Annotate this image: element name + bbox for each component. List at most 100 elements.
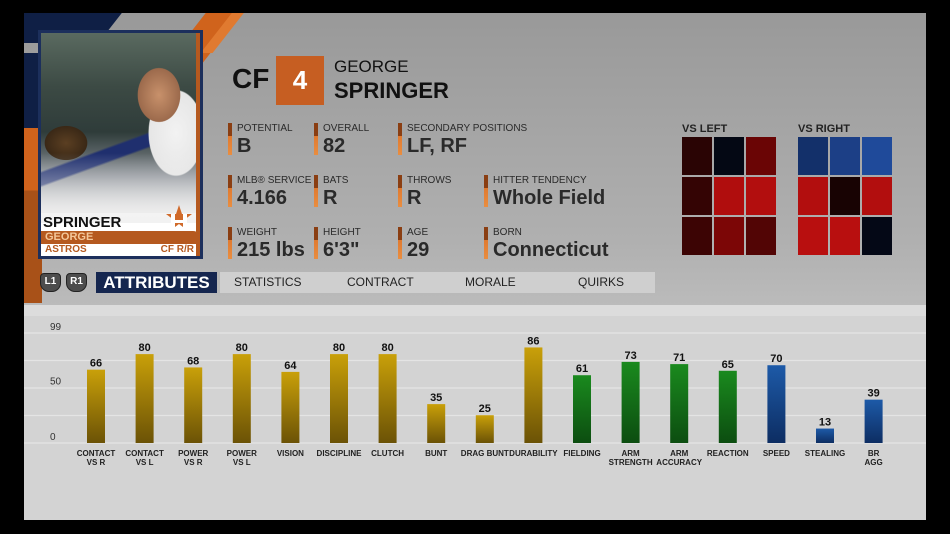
tab-attributes[interactable]: ATTRIBUTES <box>96 272 217 293</box>
category-label: DISCIPLINE <box>317 449 363 458</box>
info-value: 4.166 <box>237 187 288 209</box>
bar-value-label: 80 <box>333 342 345 354</box>
info-value: 82 <box>323 135 346 157</box>
category-label: ACCURACY <box>656 458 702 467</box>
info-label: POTENTIAL <box>237 123 293 134</box>
category-label: FIELDING <box>563 449 600 458</box>
y-tick-label: 0 <box>50 432 56 443</box>
category-label: STEALING <box>805 449 845 458</box>
category-label: CLUTCH <box>371 449 404 458</box>
info-label: AGE <box>407 227 429 238</box>
vs-right-hot-zone-grid <box>798 137 892 255</box>
hot-zone-cell <box>862 137 892 175</box>
info-age: AGE 29 <box>398 227 429 261</box>
info-label: MLB® SERVICE <box>237 175 312 186</box>
category-label: CONTACT <box>125 449 164 458</box>
hot-zone-cell <box>862 177 892 215</box>
r1-button-icon[interactable]: R1 <box>66 273 87 292</box>
info-potential: POTENTIAL B <box>228 123 293 157</box>
player-profile-screen: SPRINGER GEORGE ASTROS CF R/R CF 4 GEORG… <box>24 13 926 520</box>
bar-reaction <box>718 370 737 443</box>
info-value: R <box>323 187 338 209</box>
info-value: Connecticut <box>493 239 609 261</box>
attributes-bar-chart: 05099 66CONTACTVS R80CONTACTVS L68POWERV… <box>24 322 926 467</box>
bar-bunt <box>427 404 446 443</box>
bar-value-label: 35 <box>430 392 442 404</box>
tab-morale[interactable]: MORALE <box>465 272 516 293</box>
category-label: SPEED <box>763 449 790 458</box>
tab-strip: STATISTICS CONTRACT MORALE QUIRKS <box>220 272 655 293</box>
info-weight: WEIGHT 215 lbs <box>228 227 305 261</box>
info-bats: BATS R <box>314 175 348 209</box>
info-label: THROWS <box>407 175 452 186</box>
bar-durability <box>524 347 543 443</box>
bar-vision <box>281 371 300 443</box>
bar-value-label: 65 <box>722 359 734 371</box>
hot-zone-cell <box>830 177 860 215</box>
card-first-name: GEORGE <box>45 231 94 243</box>
category-label: ARM <box>621 449 640 458</box>
category-label: POWER <box>178 449 208 458</box>
hot-zone-cell <box>830 137 860 175</box>
player-first-name: GEORGE <box>334 57 409 76</box>
bar-br-agg <box>864 399 883 443</box>
bar-arm-strength <box>621 361 640 443</box>
info-value: B <box>237 135 252 157</box>
category-label: STRENGTH <box>609 458 653 467</box>
bar-value-label: 86 <box>527 335 539 347</box>
jersey-number-badge: 4 <box>276 56 324 105</box>
bar-value-label: 71 <box>673 352 685 364</box>
category-label: AGG <box>864 458 882 467</box>
bar-stealing <box>816 428 834 443</box>
bar-speed <box>767 365 786 443</box>
vs-right-title: VS RIGHT <box>798 123 850 135</box>
bar-value-label: 64 <box>284 360 297 372</box>
category-label: DURABILITY <box>509 449 558 458</box>
category-label: REACTION <box>707 449 749 458</box>
hot-zone-cell <box>746 137 776 175</box>
hot-zone-cell <box>862 217 892 255</box>
bar-power-vs-r <box>184 367 203 443</box>
bar-discipline <box>330 354 348 443</box>
l1-button-icon[interactable]: L1 <box>40 273 61 292</box>
team-logo-icon <box>166 205 192 230</box>
y-tick-label: 99 <box>50 322 62 333</box>
category-label: POWER <box>227 449 257 458</box>
category-label: CONTACT <box>77 449 116 458</box>
vs-left-hot-zone-grid <box>682 137 776 255</box>
category-label: DRAG BUNT <box>461 449 509 458</box>
bar-contact-vs-r <box>87 369 105 443</box>
hot-zone-cell <box>714 217 744 255</box>
info-value: 6'3" <box>323 239 360 261</box>
info-value: 215 lbs <box>237 239 305 261</box>
category-label: ARM <box>670 449 689 458</box>
info-value: Whole Field <box>493 187 606 209</box>
tab-contract[interactable]: CONTRACT <box>347 272 414 293</box>
tab-statistics[interactable]: STATISTICS <box>234 272 302 293</box>
info-label: WEIGHT <box>237 227 277 238</box>
bar-value-label: 61 <box>576 363 588 375</box>
bar-value-label: 66 <box>90 358 102 370</box>
info-secondary-positions: SECONDARY POSITIONS LF, RF <box>398 123 527 157</box>
vs-left-title: VS LEFT <box>682 123 728 135</box>
bar-value-label: 80 <box>138 342 150 354</box>
hot-zone-cell <box>714 177 744 215</box>
bar-value-label: 25 <box>479 403 491 415</box>
card-team: ASTROS <box>45 244 87 255</box>
bar-value-label: 80 <box>236 342 248 354</box>
category-label: VISION <box>277 449 304 458</box>
info-throws: THROWS R <box>398 175 451 209</box>
bar-clutch <box>378 354 397 443</box>
category-label: BUNT <box>425 449 447 458</box>
tab-quirks[interactable]: QUIRKS <box>578 272 624 293</box>
y-tick-label: 50 <box>50 376 62 387</box>
hot-zone-cell <box>682 177 712 215</box>
bar-value-label: 80 <box>381 342 393 354</box>
info-born: BORN Connecticut <box>484 227 609 261</box>
info-label: HITTER TENDENCY <box>493 175 587 186</box>
bar-arm-accuracy <box>670 364 689 443</box>
hot-zone-cell <box>746 177 776 215</box>
hot-zone-cell <box>746 217 776 255</box>
info-label: SECONDARY POSITIONS <box>407 123 528 134</box>
info-height: HEIGHT 6'3" <box>314 227 361 261</box>
